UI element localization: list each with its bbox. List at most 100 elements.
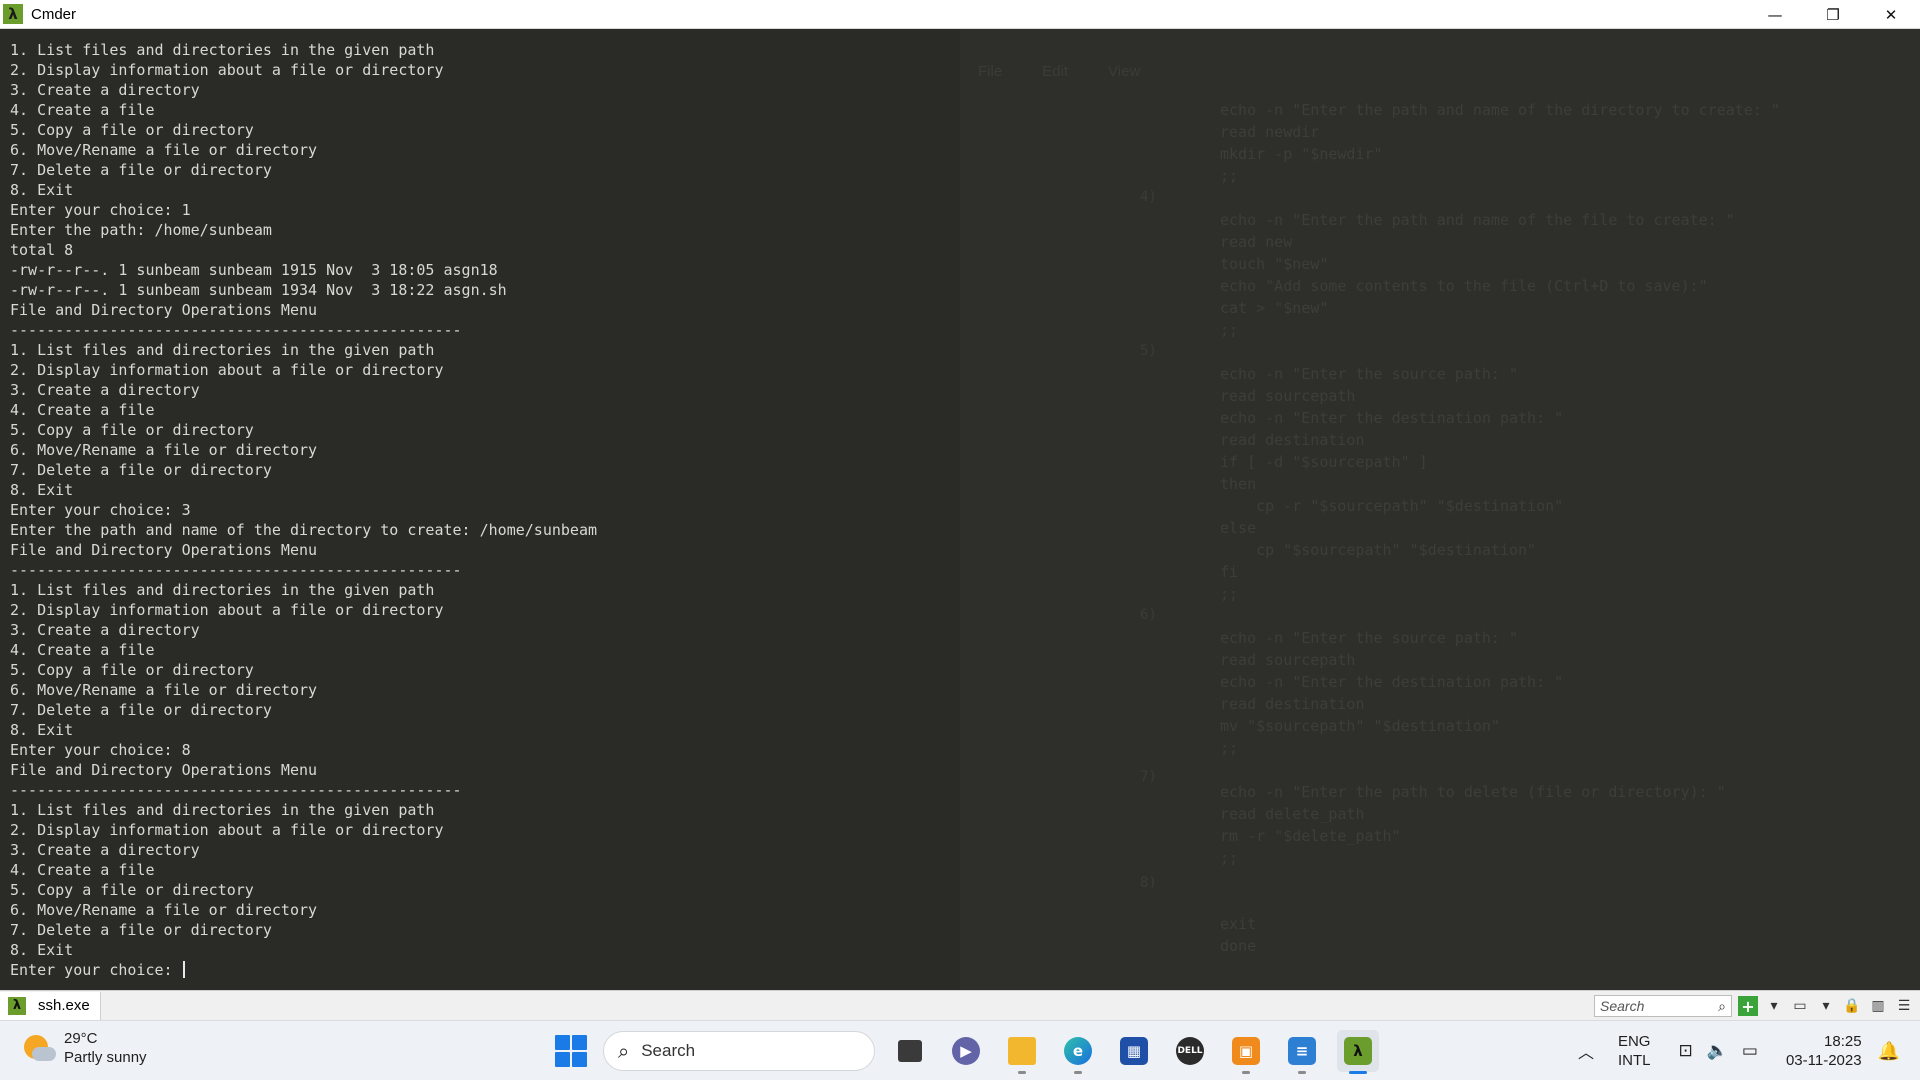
terminal-line: 5. Copy a file or directory — [10, 661, 254, 679]
terminal-line: File and Directory Operations Menu — [10, 761, 318, 779]
bg-code-line: echo -n "Enter the path and name of the … — [1220, 101, 1780, 119]
window-controls: — ❐ ✕ — [1746, 0, 1920, 29]
new-console-button[interactable]: + — [1738, 996, 1758, 1016]
keyboard-layout: INTL — [1617, 1052, 1651, 1069]
terminal-line: 5. Copy a file or directory — [10, 121, 254, 139]
chevron-up-icon: ︿ — [1577, 1045, 1594, 1062]
clock-date: 03-11-2023 — [1785, 1052, 1862, 1069]
language-indicator[interactable]: ENG INTL — [1618, 1032, 1651, 1070]
terminal-line: 2. Display information about a file or d… — [10, 601, 444, 619]
split-view-dropdown[interactable]: ▾ — [1816, 996, 1836, 1016]
notification-bell-icon[interactable]: 🔔 — [1878, 1041, 1900, 1062]
bg-code-line: read sourcepath — [1220, 387, 1356, 405]
bg-code-line: read newdir — [1220, 123, 1320, 141]
terminal-output[interactable]: 1. List files and directories in the giv… — [10, 40, 597, 980]
console-area[interactable]: File Edit View 4) 5) 6) 7) 8) echo -n "E… — [0, 29, 1920, 990]
chat-icon: ▶ — [952, 1037, 980, 1065]
file-explorer-app[interactable] — [1001, 1030, 1043, 1074]
bg-code-line: ;; — [1220, 321, 1239, 339]
dell-app[interactable]: DELL — [1169, 1030, 1211, 1072]
terminal-line: 6. Move/Rename a file or directory — [10, 681, 318, 699]
bg-line-marker: 7) — [1140, 769, 1157, 785]
hamburger-icon: ☰ — [1897, 998, 1911, 1014]
terminal-line: 8. Exit — [10, 181, 74, 199]
bg-code-line — [1220, 605, 1780, 627]
terminal-line: 4. Create a file — [10, 861, 155, 879]
start-button[interactable] — [553, 1033, 589, 1069]
bg-code-line: rm -r "$delete_path" — [1220, 827, 1401, 845]
bg-code-line: ;; — [1220, 585, 1239, 603]
tray-status-icons[interactable]: ⊡ 🔈 ▭ — [1678, 1041, 1757, 1061]
bg-code-line: echo -n "Enter the source path: " — [1220, 629, 1519, 647]
window-titlebar[interactable]: λ Cmder — ❐ ✕ — [0, 0, 1920, 29]
terminal-line: 1. List files and directories in the giv… — [10, 581, 435, 599]
clock[interactable]: 18:25 03-11-2023 — [1786, 1032, 1862, 1070]
volume-icon: 🔈 — [1706, 1041, 1728, 1061]
terminal-line: ----------------------------------------… — [10, 321, 462, 339]
partly-sunny-icon — [22, 1031, 56, 1065]
panels-icon: ▥ — [1871, 998, 1885, 1014]
terminal-line: 4. Create a file — [10, 101, 155, 119]
bg-code-line: read new — [1220, 233, 1293, 251]
remote-desktop-app[interactable]: ▣ — [1225, 1030, 1267, 1074]
bg-line-marker: 8) — [1140, 875, 1157, 891]
store-app[interactable]: ▦ — [1113, 1030, 1155, 1072]
weather-widget[interactable]: 29°C Partly sunny — [22, 1029, 147, 1067]
terminal-line: 4. Create a file — [10, 401, 155, 419]
bg-code-line: read destination — [1220, 695, 1365, 713]
console-tab[interactable]: λ ssh.exe — [0, 991, 101, 1020]
lock-button[interactable]: 🔒 — [1842, 996, 1862, 1016]
bg-code-line: then — [1220, 475, 1257, 493]
edge-browser-app[interactable]: e — [1057, 1030, 1099, 1074]
terminal-line: 2. Display information about a file or d… — [10, 821, 444, 839]
show-hidden-icons-button[interactable]: ︿ — [1578, 1039, 1594, 1063]
cmder-app[interactable]: λ — [1337, 1030, 1379, 1074]
folder-icon — [1008, 1037, 1036, 1065]
network-icon: ⊡ — [1678, 1041, 1693, 1061]
terminal-line: 6. Move/Rename a file or directory — [10, 441, 318, 459]
taskbar-search[interactable]: ⌕ Search — [603, 1031, 875, 1071]
bg-code-line: done — [1220, 937, 1257, 955]
magnifier-icon: ⌕ — [1718, 998, 1726, 1014]
restore-icon: ❐ — [1826, 5, 1840, 24]
bg-code-line: echo -n "Enter the destination path: " — [1220, 673, 1564, 691]
terminal-line: 7. Delete a file or directory — [10, 461, 272, 479]
terminal-prompt: Enter your choice: — [10, 961, 182, 979]
terminal-line: -rw-r--r--. 1 sunbeam sunbeam 1915 Nov 3… — [10, 261, 498, 279]
tile-button[interactable]: ▥ — [1868, 996, 1888, 1016]
minimize-button[interactable]: — — [1746, 0, 1804, 29]
close-icon: ✕ — [1884, 5, 1898, 24]
bg-code-line — [1220, 759, 1780, 781]
task-view-button[interactable] — [889, 1030, 931, 1072]
bg-code-line: read destination — [1220, 431, 1365, 449]
terminal-line: 5. Copy a file or directory — [10, 881, 254, 899]
bg-code-line: ;; — [1220, 849, 1239, 867]
bg-code-line: cp "$sourcepath" "$destination" — [1220, 541, 1537, 559]
terminal-line: 1. List files and directories in the giv… — [10, 801, 435, 819]
caret-down-icon: ▾ — [1822, 998, 1830, 1014]
split-view-button[interactable]: ▭ — [1790, 996, 1810, 1016]
statusbar-tools: Search ⌕ + ▾ ▭ ▾ 🔒 ▥ ☰ — [1594, 991, 1920, 1021]
bg-code-line: if [ -d "$sourcepath" ] — [1220, 453, 1428, 471]
terminal-line: Enter your choice: 3 — [10, 501, 191, 519]
terminal-prompt-line[interactable]: Enter your choice: — [10, 960, 597, 980]
new-console-dropdown[interactable]: ▾ — [1764, 996, 1784, 1016]
chat-app[interactable]: ▶ — [945, 1030, 987, 1072]
bg-menu-file: File — [978, 63, 1003, 80]
bg-code-line: touch "$new" — [1220, 255, 1329, 273]
terminal-line: Enter your choice: 1 — [10, 201, 191, 219]
terminal-line: 8. Exit — [10, 481, 74, 499]
close-button[interactable]: ✕ — [1862, 0, 1920, 29]
menu-button[interactable]: ☰ — [1894, 996, 1914, 1016]
task-view-icon — [898, 1040, 922, 1062]
bg-code-line: echo -n "Enter the source path: " — [1220, 365, 1519, 383]
terminal-line: Enter your choice: 8 — [10, 741, 191, 759]
terminal-line: 5. Copy a file or directory — [10, 421, 254, 439]
maximize-button[interactable]: ❐ — [1804, 0, 1862, 29]
windows-taskbar: 29°C Partly sunny ⌕ Search ▶ e ▦ DELL ▣ … — [0, 1020, 1920, 1080]
weather-temperature: 29°C — [64, 1030, 98, 1047]
remote-desktop-icon: ▣ — [1232, 1037, 1260, 1065]
notepad-app[interactable]: ≡ — [1281, 1030, 1323, 1074]
console-search-input[interactable]: Search ⌕ — [1594, 995, 1732, 1017]
console-search-placeholder: Search — [1600, 998, 1645, 1014]
